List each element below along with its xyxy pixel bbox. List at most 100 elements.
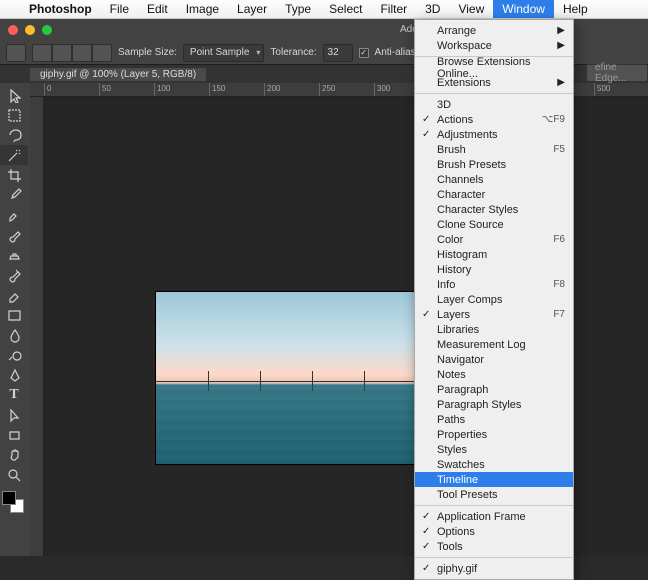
healing-brush-tool[interactable] xyxy=(0,205,28,225)
zoom-window-icon[interactable] xyxy=(42,25,52,35)
zoom-tool[interactable] xyxy=(0,465,28,485)
menu-item-channels[interactable]: Channels xyxy=(415,172,573,187)
menu-item-color[interactable]: ColorF6 xyxy=(415,232,573,247)
eraser-tool[interactable] xyxy=(0,285,28,305)
new-selection-icon[interactable] xyxy=(32,44,52,62)
menu-app[interactable]: Photoshop xyxy=(20,0,101,18)
dodge-tool[interactable] xyxy=(0,345,28,365)
marquee-tool[interactable] xyxy=(0,105,28,125)
check-icon: ✓ xyxy=(422,129,430,140)
menu-item-extensions[interactable]: Extensions▶ xyxy=(415,75,573,90)
menu-layer[interactable]: Layer xyxy=(228,0,276,18)
menu-item-options[interactable]: ✓Options xyxy=(415,524,573,539)
menu-3d[interactable]: 3D xyxy=(416,0,449,18)
menu-item-label: Navigator xyxy=(437,354,484,366)
menu-separator xyxy=(415,557,573,558)
check-icon: ✓ xyxy=(422,309,430,320)
lasso-tool[interactable] xyxy=(0,125,28,145)
rectangle-tool[interactable] xyxy=(0,425,28,445)
menu-item-layer-comps[interactable]: Layer Comps xyxy=(415,292,573,307)
anti-alias-checkbox[interactable]: ✓ xyxy=(359,48,369,58)
menu-item-history[interactable]: History xyxy=(415,262,573,277)
menu-item-label: Timeline xyxy=(437,474,478,486)
path-selection-tool[interactable] xyxy=(0,405,28,425)
tool-preset-icon[interactable] xyxy=(6,44,26,62)
menu-type[interactable]: Type xyxy=(276,0,320,18)
gradient-tool[interactable] xyxy=(0,305,28,325)
menu-item-layers[interactable]: ✓LayersF7 xyxy=(415,307,573,322)
crop-tool[interactable] xyxy=(0,165,28,185)
menu-item-styles[interactable]: Styles xyxy=(415,442,573,457)
color-swatches[interactable] xyxy=(0,489,26,515)
menu-item-histogram[interactable]: Histogram xyxy=(415,247,573,262)
menu-item-brush[interactable]: BrushF5 xyxy=(415,142,573,157)
ruler-tick: 500 xyxy=(594,83,610,97)
menu-item-properties[interactable]: Properties xyxy=(415,427,573,442)
menu-window[interactable]: Window xyxy=(493,0,554,18)
menu-item-character-styles[interactable]: Character Styles xyxy=(415,202,573,217)
fg-swatch[interactable] xyxy=(2,491,16,505)
menu-item-browse-extensions-online[interactable]: Browse Extensions Online... xyxy=(415,60,573,75)
pen-tool[interactable] xyxy=(0,365,28,385)
menu-edit[interactable]: Edit xyxy=(138,0,177,18)
blur-tool[interactable] xyxy=(0,325,28,345)
menu-item-paths[interactable]: Paths xyxy=(415,412,573,427)
menu-item-swatches[interactable]: Swatches xyxy=(415,457,573,472)
menu-item-info[interactable]: InfoF8 xyxy=(415,277,573,292)
sample-size-select[interactable]: Point Sample xyxy=(183,44,264,62)
menu-help[interactable]: Help xyxy=(554,0,597,18)
menu-select[interactable]: Select xyxy=(320,0,371,18)
eyedropper-tool[interactable] xyxy=(0,185,28,205)
menu-item-measurement-log[interactable]: Measurement Log xyxy=(415,337,573,352)
menu-item-label: Actions xyxy=(437,114,473,126)
menu-item-paragraph[interactable]: Paragraph xyxy=(415,382,573,397)
check-icon: ✓ xyxy=(422,541,430,552)
add-selection-icon[interactable] xyxy=(52,44,72,62)
menu-item-clone-source[interactable]: Clone Source xyxy=(415,217,573,232)
menu-item-paragraph-styles[interactable]: Paragraph Styles xyxy=(415,397,573,412)
move-tool[interactable] xyxy=(0,85,28,105)
menu-shortcut: F7 xyxy=(553,309,565,320)
menu-view[interactable]: View xyxy=(449,0,493,18)
menu-item-tool-presets[interactable]: Tool Presets xyxy=(415,487,573,502)
minimize-window-icon[interactable] xyxy=(25,25,35,35)
menu-item-label: Tools xyxy=(437,541,463,553)
history-brush-tool[interactable] xyxy=(0,265,28,285)
menu-item-label: Workspace xyxy=(437,40,492,52)
menu-item-adjustments[interactable]: ✓Adjustments xyxy=(415,127,573,142)
refine-edge-area: efine Edge... xyxy=(586,64,648,82)
anti-alias-label: Anti-alias xyxy=(375,47,416,58)
menu-item-label: Paths xyxy=(437,414,465,426)
menu-item-giphy-gif[interactable]: ✓giphy.gif xyxy=(415,561,573,576)
tolerance-input[interactable]: 32 xyxy=(323,44,353,62)
menu-item-tools[interactable]: ✓ Tools xyxy=(415,539,573,554)
refine-edge-button[interactable]: efine Edge... xyxy=(586,64,648,82)
menu-item-arrange[interactable]: Arrange▶ xyxy=(415,23,573,38)
menu-item-application-frame[interactable]: ✓Application Frame xyxy=(415,509,573,524)
menu-filter[interactable]: Filter xyxy=(371,0,416,18)
menu-item-3d[interactable]: 3D xyxy=(415,97,573,112)
menu-item-character[interactable]: Character xyxy=(415,187,573,202)
menu-item-label: Histogram xyxy=(437,249,487,261)
menu-file[interactable]: File xyxy=(101,0,138,18)
close-window-icon[interactable] xyxy=(8,25,18,35)
menu-item-brush-presets[interactable]: Brush Presets xyxy=(415,157,573,172)
menu-item-workspace[interactable]: Workspace▶ xyxy=(415,38,573,53)
menu-item-actions[interactable]: ✓Actions⌥F9 xyxy=(415,112,573,127)
brush-tool[interactable] xyxy=(0,225,28,245)
menu-item-libraries[interactable]: Libraries xyxy=(415,322,573,337)
menu-item-notes[interactable]: Notes xyxy=(415,367,573,382)
magic-wand-tool[interactable] xyxy=(0,145,28,165)
hand-tool[interactable] xyxy=(0,445,28,465)
ruler-tick: 100 xyxy=(154,83,170,97)
menu-item-label: Clone Source xyxy=(437,219,504,231)
clone-stamp-tool[interactable] xyxy=(0,245,28,265)
menu-item-navigator[interactable]: Navigator xyxy=(415,352,573,367)
subtract-selection-icon[interactable] xyxy=(72,44,92,62)
menu-item-timeline[interactable]: Timeline xyxy=(415,472,573,487)
document-tab[interactable]: giphy.gif @ 100% (Layer 5, RGB/8) xyxy=(30,68,206,81)
menu-image[interactable]: Image xyxy=(177,0,228,18)
type-tool[interactable]: T xyxy=(0,385,28,405)
mac-menubar: Photoshop File Edit Image Layer Type Sel… xyxy=(0,0,648,19)
intersect-selection-icon[interactable] xyxy=(92,44,112,62)
